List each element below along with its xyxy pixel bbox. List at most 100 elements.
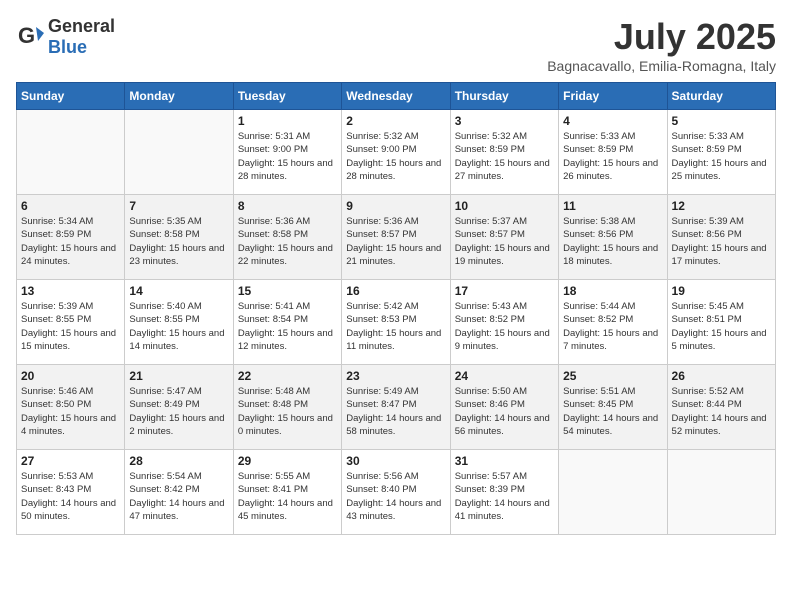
calendar-cell — [125, 110, 233, 195]
calendar-cell: 13Sunrise: 5:39 AM Sunset: 8:55 PM Dayli… — [17, 280, 125, 365]
day-info: Sunrise: 5:41 AM Sunset: 8:54 PM Dayligh… — [238, 300, 337, 353]
day-number: 24 — [455, 369, 554, 383]
calendar-cell: 29 Sunrise: 5:55 AM Sunset: 8:41 PM Dayli… — [233, 450, 341, 535]
day-of-week-header: Sunday — [17, 83, 125, 110]
day-number: 9 — [346, 199, 445, 213]
day-number: 30 — [346, 454, 445, 468]
day-number: 16 — [346, 284, 445, 298]
day-info: Sunrise: 5:45 AM Sunset: 8:51 PM Dayligh… — [672, 300, 771, 353]
calendar-cell: 10 Sunrise: 5:37 AM Sunset: 8:57 PM Dayli… — [450, 195, 558, 280]
calendar-cell: 20Sunrise: 5:46 AM Sunset: 8:50 PM Dayli… — [17, 365, 125, 450]
calendar-cell: 1Sunrise: 5:31 AM Sunset: 9:00 PM Daylig… — [233, 110, 341, 195]
calendar-cell: 6 Sunrise: 5:34 AM Sunset: 8:59 PM Daylig… — [17, 195, 125, 280]
calendar-cell: 27 Sunrise: 5:53 AM Sunset: 8:43 PM Dayli… — [17, 450, 125, 535]
day-info: Sunrise: 5:35 AM Sunset: 8:58 PM Dayligh… — [129, 215, 228, 268]
day-of-week-header: Monday — [125, 83, 233, 110]
day-number: 18 — [563, 284, 662, 298]
day-number: 29 — [238, 454, 337, 468]
day-info: Sunrise: 5:44 AM Sunset: 8:52 PM Dayligh… — [563, 300, 662, 353]
day-info: Sunrise: 5:54 AM Sunset: 8:42 PM Dayligh… — [129, 470, 228, 523]
day-info: Sunrise: 5:52 AM Sunset: 8:44 PM Dayligh… — [672, 385, 771, 438]
day-info: Sunrise: 5:40 AM Sunset: 8:55 PM Dayligh… — [129, 300, 228, 353]
day-info: Sunrise: 5:48 AM Sunset: 8:48 PM Dayligh… — [238, 385, 337, 438]
day-info: Sunrise: 5:34 AM Sunset: 8:59 PM Dayligh… — [21, 215, 120, 268]
calendar-cell — [559, 450, 667, 535]
calendar-cell: 3 Sunrise: 5:32 AM Sunset: 8:59 PM Daylig… — [450, 110, 558, 195]
calendar-cell: 7 Sunrise: 5:35 AM Sunset: 8:58 PM Daylig… — [125, 195, 233, 280]
calendar-cell: 12Sunrise: 5:39 AM Sunset: 8:56 PM Dayli… — [667, 195, 775, 280]
day-number: 17 — [455, 284, 554, 298]
day-info: Sunrise: 5:51 AM Sunset: 8:45 PM Dayligh… — [563, 385, 662, 438]
day-number: 10 — [455, 199, 554, 213]
day-number: 19 — [672, 284, 771, 298]
day-info: Sunrise: 5:32 AM Sunset: 9:00 PM Dayligh… — [346, 130, 445, 183]
day-info: Sunrise: 5:53 AM Sunset: 8:43 PM Dayligh… — [21, 470, 120, 523]
day-number: 6 — [21, 199, 120, 213]
day-info: Sunrise: 5:32 AM Sunset: 8:59 PM Dayligh… — [455, 130, 554, 183]
month-title: July 2025 — [547, 16, 776, 58]
day-number: 22 — [238, 369, 337, 383]
calendar-cell: 28 Sunrise: 5:54 AM Sunset: 8:42 PM Dayli… — [125, 450, 233, 535]
day-number: 28 — [129, 454, 228, 468]
day-number: 11 — [563, 199, 662, 213]
svg-text:G: G — [18, 23, 35, 48]
calendar-week-row: 27 Sunrise: 5:53 AM Sunset: 8:43 PM Dayli… — [17, 450, 776, 535]
day-number: 7 — [129, 199, 228, 213]
calendar-cell: 18 Sunrise: 5:44 AM Sunset: 8:52 PM Dayli… — [559, 280, 667, 365]
day-number: 25 — [563, 369, 662, 383]
day-of-week-header: Friday — [559, 83, 667, 110]
day-of-week-header: Tuesday — [233, 83, 341, 110]
day-info: Sunrise: 5:36 AM Sunset: 8:58 PM Dayligh… — [238, 215, 337, 268]
day-info: Sunrise: 5:33 AM Sunset: 8:59 PM Dayligh… — [672, 130, 771, 183]
calendar-cell: 2 Sunrise: 5:32 AM Sunset: 9:00 PM Daylig… — [342, 110, 450, 195]
day-info: Sunrise: 5:57 AM Sunset: 8:39 PM Dayligh… — [455, 470, 554, 523]
day-info: Sunrise: 5:38 AM Sunset: 8:56 PM Dayligh… — [563, 215, 662, 268]
day-info: Sunrise: 5:49 AM Sunset: 8:47 PM Dayligh… — [346, 385, 445, 438]
calendar-cell: 22 Sunrise: 5:48 AM Sunset: 8:48 PM Dayli… — [233, 365, 341, 450]
day-number: 14 — [129, 284, 228, 298]
calendar-cell: 15Sunrise: 5:41 AM Sunset: 8:54 PM Dayli… — [233, 280, 341, 365]
day-number: 3 — [455, 114, 554, 128]
day-number: 20 — [21, 369, 120, 383]
day-info: Sunrise: 5:33 AM Sunset: 8:59 PM Dayligh… — [563, 130, 662, 183]
day-number: 21 — [129, 369, 228, 383]
day-info: Sunrise: 5:42 AM Sunset: 8:53 PM Dayligh… — [346, 300, 445, 353]
calendar-cell: 31 Sunrise: 5:57 AM Sunset: 8:39 PM Dayli… — [450, 450, 558, 535]
logo-icon: G — [16, 23, 44, 51]
calendar-cell: 5Sunrise: 5:33 AM Sunset: 8:59 PM Daylig… — [667, 110, 775, 195]
day-of-week-header: Thursday — [450, 83, 558, 110]
day-number: 23 — [346, 369, 445, 383]
calendar-cell: 14 Sunrise: 5:40 AM Sunset: 8:55 PM Dayli… — [125, 280, 233, 365]
calendar-week-row: 1Sunrise: 5:31 AM Sunset: 9:00 PM Daylig… — [17, 110, 776, 195]
calendar-cell: 9 Sunrise: 5:36 AM Sunset: 8:57 PM Daylig… — [342, 195, 450, 280]
calendar-cell: 17Sunrise: 5:43 AM Sunset: 8:52 PM Dayli… — [450, 280, 558, 365]
day-number: 12 — [672, 199, 771, 213]
calendar-cell: 24 Sunrise: 5:50 AM Sunset: 8:46 PM Dayli… — [450, 365, 558, 450]
title-area: July 2025 Bagnacavallo, Emilia-Romagna, … — [547, 16, 776, 74]
page-header: G General Blue July 2025 Bagnacavallo, E… — [16, 16, 776, 74]
day-number: 8 — [238, 199, 337, 213]
calendar-header-row: SundayMondayTuesdayWednesdayThursdayFrid… — [17, 83, 776, 110]
calendar-week-row: 6 Sunrise: 5:34 AM Sunset: 8:59 PM Daylig… — [17, 195, 776, 280]
logo-text-blue: Blue — [48, 37, 87, 57]
day-number: 31 — [455, 454, 554, 468]
calendar-cell: 11 Sunrise: 5:38 AM Sunset: 8:56 PM Dayli… — [559, 195, 667, 280]
day-info: Sunrise: 5:55 AM Sunset: 8:41 PM Dayligh… — [238, 470, 337, 523]
day-info: Sunrise: 5:50 AM Sunset: 8:46 PM Dayligh… — [455, 385, 554, 438]
calendar-cell — [17, 110, 125, 195]
calendar-cell: 30 Sunrise: 5:56 AM Sunset: 8:40 PM Dayli… — [342, 450, 450, 535]
day-number: 4 — [563, 114, 662, 128]
day-info: Sunrise: 5:37 AM Sunset: 8:57 PM Dayligh… — [455, 215, 554, 268]
day-info: Sunrise: 5:36 AM Sunset: 8:57 PM Dayligh… — [346, 215, 445, 268]
calendar-cell: 4 Sunrise: 5:33 AM Sunset: 8:59 PM Daylig… — [559, 110, 667, 195]
day-number: 13 — [21, 284, 120, 298]
calendar-cell: 21Sunrise: 5:47 AM Sunset: 8:49 PM Dayli… — [125, 365, 233, 450]
calendar-cell: 23 Sunrise: 5:49 AM Sunset: 8:47 PM Dayli… — [342, 365, 450, 450]
day-number: 2 — [346, 114, 445, 128]
day-number: 26 — [672, 369, 771, 383]
day-info: Sunrise: 5:56 AM Sunset: 8:40 PM Dayligh… — [346, 470, 445, 523]
calendar-cell: 8 Sunrise: 5:36 AM Sunset: 8:58 PM Daylig… — [233, 195, 341, 280]
day-number: 27 — [21, 454, 120, 468]
logo: G General Blue — [16, 16, 115, 58]
calendar-cell: 26 Sunrise: 5:52 AM Sunset: 8:44 PM Dayli… — [667, 365, 775, 450]
